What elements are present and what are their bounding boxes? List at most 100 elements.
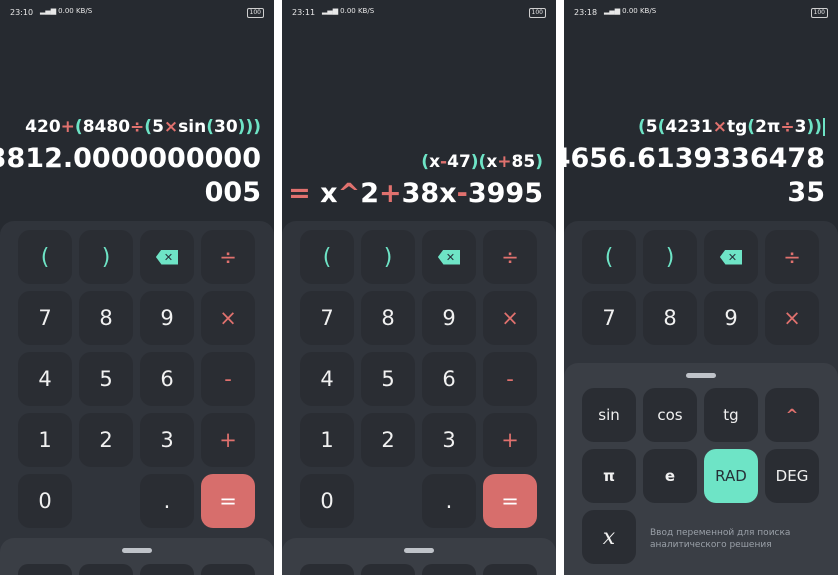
expression-token: ( (638, 117, 646, 137)
network-speed: 0.00 KB/S (622, 7, 657, 15)
digit-8-button[interactable]: 8 (361, 291, 415, 345)
calculator-screen-1: 23:10 ▂▄▆ 0.00 KB/S 100 420+(8480÷(5×sin… (0, 0, 274, 575)
result-value: x^2+38x-3995 (320, 178, 543, 209)
expression-token: + (497, 152, 512, 172)
expression-token: 8480 (82, 117, 131, 137)
keypad: ( ) ✕ ÷ 7 8 9 × 4 5 6 - 1 2 3 + 0 . = (282, 221, 556, 575)
expression-token: × (163, 117, 179, 137)
digit-2-button[interactable]: 2 (79, 413, 133, 467)
close-paren-button[interactable]: ) (643, 230, 697, 284)
multiply-button[interactable]: × (201, 291, 255, 345)
pi-button[interactable]: π (582, 449, 636, 503)
expression-token: + (60, 117, 75, 137)
equals-button[interactable]: = (201, 474, 255, 528)
plus-button[interactable]: + (483, 413, 537, 467)
text-cursor (823, 118, 825, 136)
expression-token: x (429, 152, 441, 172)
status-time: 23:18 (574, 8, 598, 17)
digit-0-button[interactable]: 0 (300, 474, 354, 528)
digit-1-button[interactable]: 1 (18, 413, 72, 467)
multiply-button[interactable]: × (483, 291, 537, 345)
expression-display[interactable]: (x-47)(x+85) (421, 152, 543, 172)
open-paren-button[interactable]: ( (582, 230, 636, 284)
backspace-icon: ✕ (155, 249, 179, 265)
result-token: 2 (360, 178, 379, 209)
minus-button[interactable]: - (201, 352, 255, 406)
digit-7-button[interactable]: 7 (18, 291, 72, 345)
digit-8-button[interactable]: 8 (79, 291, 133, 345)
backspace-button[interactable]: ✕ (422, 230, 476, 284)
minus-button[interactable]: - (483, 352, 537, 406)
open-paren-button[interactable]: ( (300, 230, 354, 284)
backspace-icon: ✕ (719, 249, 743, 265)
backspace-button[interactable]: ✕ (704, 230, 758, 284)
scientific-drawer-collapsed[interactable] (282, 538, 556, 575)
expression-display[interactable]: (5(4231×tg(2π÷3)) (638, 117, 825, 137)
drawer-key-peek (18, 564, 72, 575)
cos-button[interactable]: cos (643, 388, 697, 442)
digit-9-button[interactable]: 9 (140, 291, 194, 345)
digit-4-button[interactable]: 4 (18, 352, 72, 406)
digit-4-button[interactable]: 4 (300, 352, 354, 406)
backspace-button[interactable]: ✕ (140, 230, 194, 284)
divide-button[interactable]: ÷ (765, 230, 819, 284)
result-token: + (379, 178, 402, 209)
rad-toggle-button[interactable]: RAD (704, 449, 758, 503)
digit-3-button[interactable]: 3 (140, 413, 194, 467)
backspace-icon: ✕ (437, 249, 461, 265)
digit-9-button[interactable]: 9 (422, 291, 476, 345)
digit-7-button[interactable]: 7 (300, 291, 354, 345)
plus-button[interactable]: + (201, 413, 255, 467)
expression-display[interactable]: 420+(8480÷(5×sin(30))) (25, 117, 261, 137)
digit-0-button[interactable]: 0 (18, 474, 72, 528)
expression-token: 47 (447, 152, 471, 172)
digit-1-button[interactable]: 1 (300, 413, 354, 467)
tg-button[interactable]: tg (704, 388, 758, 442)
expression-token: 30 (214, 117, 238, 137)
decimal-point-button[interactable]: . (140, 474, 194, 528)
drawer-handle[interactable] (404, 548, 434, 553)
digit-5-button[interactable]: 5 (79, 352, 133, 406)
network-speed: 0.00 KB/S (58, 7, 93, 15)
divide-button[interactable]: ÷ (483, 230, 537, 284)
expression-token: tg (727, 117, 748, 137)
decimal-point-button[interactable]: . (422, 474, 476, 528)
digit-6-button[interactable]: 6 (422, 352, 476, 406)
multiply-button[interactable]: × (765, 291, 819, 345)
deg-toggle-button[interactable]: DEG (765, 449, 819, 503)
drawer-key-peek (361, 564, 415, 575)
variable-x-button[interactable]: x (582, 510, 636, 564)
digit-8-button[interactable]: 8 (643, 291, 697, 345)
expression-token: 2π (755, 117, 781, 137)
close-paren-button[interactable]: ) (79, 230, 133, 284)
scientific-drawer-collapsed[interactable] (0, 538, 274, 575)
expression-token: ( (144, 117, 153, 137)
digit-2-button[interactable]: 2 (361, 413, 415, 467)
expression-token: ( (421, 152, 430, 172)
digit-6-button[interactable]: 6 (140, 352, 194, 406)
drawer-key-peek (140, 564, 194, 575)
expression-token: ) (253, 117, 261, 137)
result-line-2: 35 (787, 177, 825, 208)
expression-token: ( (206, 117, 214, 137)
euler-e-button[interactable]: e (643, 449, 697, 503)
expression-token: 5 (645, 117, 658, 137)
sin-button[interactable]: sin (582, 388, 636, 442)
battery-icon: 100 (810, 8, 828, 18)
battery-icon: 100 (246, 8, 264, 18)
divide-button[interactable]: ÷ (201, 230, 255, 284)
power-button[interactable]: ^ (765, 388, 819, 442)
digit-5-button[interactable]: 5 (361, 352, 415, 406)
digit-7-button[interactable]: 7 (582, 291, 636, 345)
close-paren-button[interactable]: ) (361, 230, 415, 284)
open-paren-button[interactable]: ( (18, 230, 72, 284)
status-bar: 23:18 ▂▄▆ 0.00 KB/S 100 (574, 7, 828, 20)
drawer-handle[interactable] (122, 548, 152, 553)
equals-button[interactable]: = (483, 474, 537, 528)
digit-9-button[interactable]: 9 (704, 291, 758, 345)
drawer-key-peek (422, 564, 476, 575)
expression-token: 5 (152, 117, 164, 137)
digit-3-button[interactable]: 3 (422, 413, 476, 467)
drawer-handle[interactable] (686, 373, 716, 378)
status-time: 23:10 (10, 8, 34, 17)
